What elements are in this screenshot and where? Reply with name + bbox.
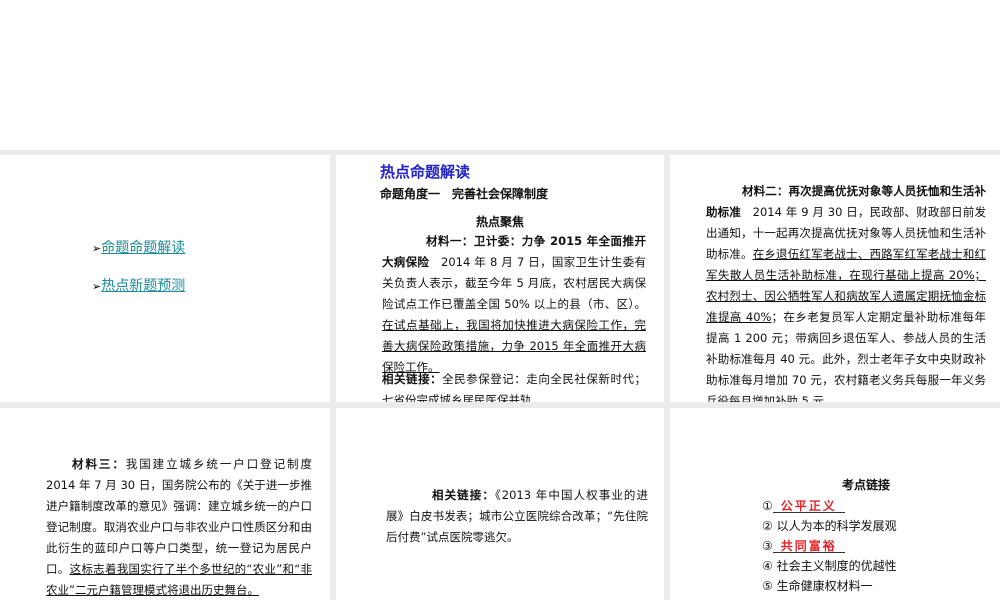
nav-link[interactable]: 热点新题预测 [101, 278, 185, 294]
related-label: 相关链接： [382, 372, 443, 386]
arrow-icon: ➢ [92, 280, 102, 293]
item-text: 社会主义制度的优越性 [776, 559, 897, 573]
panel-material-one: 热点命题解读 命题角度一 完善社会保障制度 热点聚焦 材料一：卫计委：力争 20… [336, 155, 664, 402]
nav-item-2[interactable]: ➢热点新题预测 [92, 275, 185, 295]
item-text: 以人为本的科学发展观 [776, 519, 897, 533]
section-subtitle: 命题角度一 完善社会保障制度 [380, 187, 549, 201]
arrow-icon: ➢ [92, 242, 102, 255]
material-body: 我国建立城乡统一户口登记制度 2014 年 7 月 30 日，国务院公布的《关于… [46, 457, 324, 576]
panel-material-three: 材料三：我国建立城乡统一户口登记制度 2014 年 7 月 30 日，国务院公布… [0, 408, 330, 600]
nav-item-1[interactable]: ➢命题命题解读 [92, 237, 185, 257]
exam-point-item: ③ 共同富裕 [762, 536, 897, 556]
exam-point-item: ⑤ 生命健康权材料一 [762, 576, 897, 596]
related-links: 相关链接：全民参保登记：走向全民社保新时代；七省份完成城乡居民医保并轨 [382, 369, 646, 402]
material-underlined: 这标志着我国实行了半个多世纪的“农业”和“非农业”二元户籍管理模式将退出历史舞台… [46, 562, 312, 597]
exam-point-item: ① 公平正义 [762, 496, 897, 516]
item-number: ⑤ [762, 579, 773, 593]
material-three-text: 材料三：我国建立城乡统一户口登记制度 2014 年 7 月 30 日，国务院公布… [46, 454, 324, 600]
item-number: ② [762, 519, 773, 533]
related-label: 相关链接： [432, 488, 495, 502]
exam-points-list: ① 公平正义 ② 以人为本的科学发展观 ③ 共同富裕 ④ 社会主义制度的优越性 ⑤ … [762, 496, 897, 596]
exam-points-title: 考点链接 [842, 478, 891, 492]
answer-text: 公平正义 [780, 499, 837, 513]
item-text: 生命健康权材料一 [776, 579, 873, 593]
section-title: 热点命题解读 [380, 163, 471, 181]
answer-blank: 共同富裕 [772, 536, 845, 553]
material-underlined: 在试点基础上，我国将加快推进大病保险工作，完善大病保险政策措施，力争 2015 … [382, 318, 646, 374]
material-one-text: 材料一：卫计委：力争 2015 年全面推开大病保险 2014 年 8 月 7 日… [382, 231, 646, 378]
item-number: ③ [762, 539, 773, 553]
related-links: 相关链接：《2013 年中国人权事业的进展》白皮书发表；城市公立医院综合改革；“… [386, 485, 648, 548]
panel-navigation: ➢命题命题解读 ➢热点新题预测 [0, 155, 330, 402]
nav-link[interactable]: 命题命题解读 [101, 240, 185, 256]
answer-blank: 公平正义 [772, 496, 845, 513]
item-number: ④ [762, 559, 773, 573]
panel-related-links: 相关链接：《2013 年中国人权事业的进展》白皮书发表；城市公立医院综合改革；“… [336, 408, 664, 600]
answer-text: 共同富裕 [780, 539, 837, 553]
related-text: 《2013 年中国人权事业的进展》白皮书发表；城市公立医院综合改革；“先住院后付… [386, 488, 649, 544]
focus-heading: 热点聚焦 [475, 215, 524, 229]
exam-point-item: ④ 社会主义制度的优越性 [762, 556, 897, 576]
item-number: ① [762, 499, 773, 513]
material-two-text: 材料二：再次提高优抚对象等人员抚恤和生活补助标准 2014 年 9 月 30 日… [706, 181, 986, 402]
material-heading: 材料三： [72, 457, 126, 471]
exam-point-item: ② 以人为本的科学发展观 [762, 516, 897, 536]
panel-exam-points: 考点链接 ① 公平正义 ② 以人为本的科学发展观 ③ 共同富裕 ④ 社会主义制度的优… [670, 408, 1000, 600]
panel-material-two: 材料二：再次提高优抚对象等人员抚恤和生活补助标准 2014 年 9 月 30 日… [670, 155, 1000, 402]
